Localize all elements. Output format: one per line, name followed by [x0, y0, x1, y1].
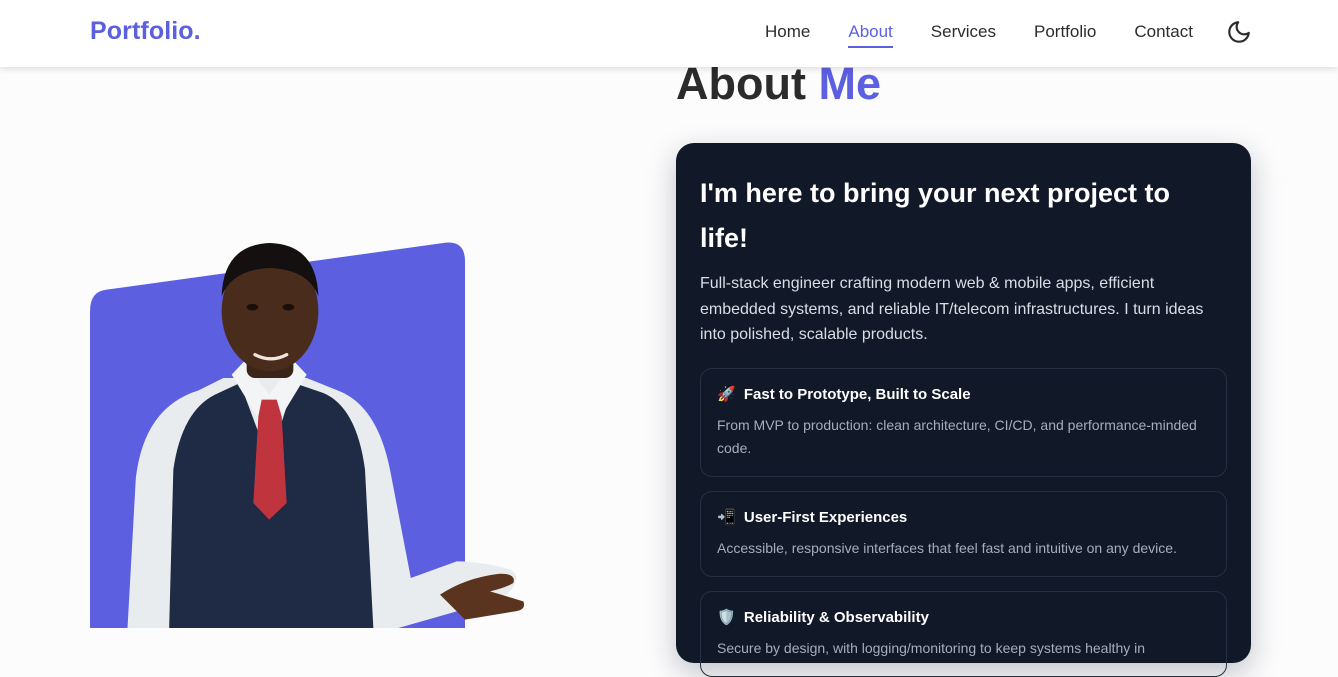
feature-description: From MVP to production: clean architectu… — [717, 416, 1197, 456]
feature-card: 🛡️ Reliability & Observability Secure by… — [700, 590, 1227, 677]
feature-title: Reliability & Observability — [743, 608, 929, 626]
portrait-image — [90, 170, 630, 650]
nav-link-contact[interactable]: Contact — [1134, 22, 1193, 42]
card-title: I'm here to bring your next project to l… — [700, 178, 1170, 253]
about-card: I'm here to bring your next project to l… — [676, 143, 1251, 677]
nav-link-about[interactable]: About — [848, 22, 894, 48]
card-description: Full-stack engineer crafting modern web … — [700, 275, 1204, 343]
feature-card: 🚀 Fast to Prototype, Built to Scale From… — [700, 367, 1227, 477]
mobile-icon: 📲 — [717, 508, 736, 526]
nav-links: Home About Services Portfolio Contact — [765, 22, 1231, 48]
feature-title: User-First Experiences — [743, 508, 908, 526]
navbar: Portfolio. Home About Services Portfolio… — [0, 0, 1338, 67]
nav-link-home[interactable]: Home — [765, 22, 810, 42]
shield-icon: 🛡️ — [717, 608, 736, 626]
moon-icon — [1228, 21, 1250, 43]
feature-title: Fast to Prototype, Built to Scale — [743, 385, 971, 403]
theme-toggle-button[interactable] — [1226, 19, 1252, 45]
portrait-illustration — [90, 242, 525, 629]
feature-card: 📲 User-First Experiences Accessible, res… — [700, 490, 1227, 577]
feature-description: Accessible, responsive interfaces that f… — [717, 539, 1177, 556]
nav-link-portfolio[interactable]: Portfolio — [1034, 22, 1096, 42]
site-logo[interactable]: Portfolio. — [90, 17, 201, 46]
rocket-icon: 🚀 — [717, 385, 736, 403]
feature-description: Secure by design, with logging/monitorin… — [717, 639, 1146, 656]
nav-link-services[interactable]: Services — [931, 22, 996, 42]
